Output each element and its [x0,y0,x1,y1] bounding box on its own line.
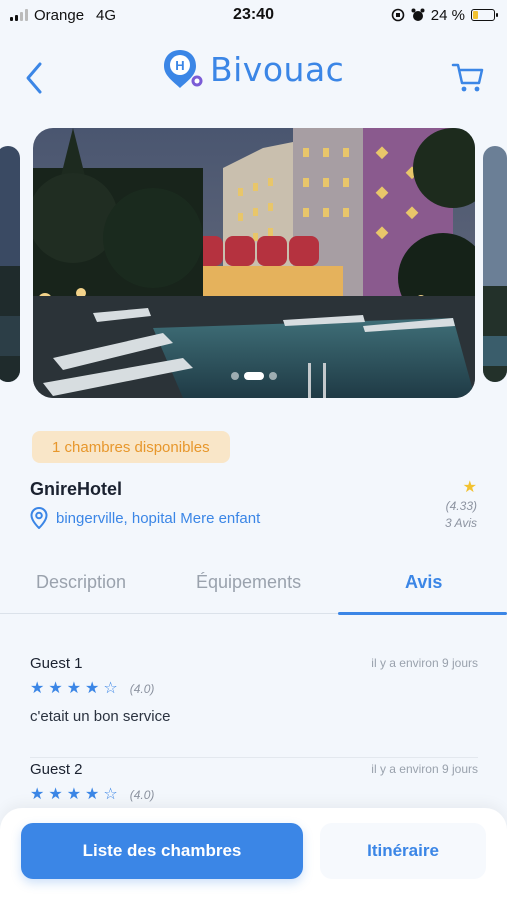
tab-equipements[interactable]: Équipements [196,572,301,593]
review-item: Guest 1 il y a environ 9 jours ★ ★ ★ ★ ☆ (4.0… [30,652,478,726]
tab-description[interactable]: Description [36,572,126,593]
alarm-icon [411,8,425,21]
review-score: (4.0) [129,788,155,802]
carousel-dot[interactable] [269,372,277,380]
review-stars: ★ ★ ★ ★ ☆ (4.0) [30,784,478,806]
room-list-button[interactable]: Liste des chambres [21,823,303,879]
battery-fill [473,11,478,19]
star-empty-icon: ☆ [103,680,118,697]
orientation-lock-icon [391,8,405,22]
status-right: 24 % [391,6,498,24]
battery-percent: 24 % [430,6,465,24]
bottom-action-bar: Liste des chambres Itinéraire [0,808,507,900]
star-filled-icon: ★ [30,680,45,697]
app-name: Bivouac [210,49,345,89]
star-filled-icon: ★ [85,680,100,697]
previous-photo[interactable] [0,146,20,382]
star-filled-icon: ★ [48,786,63,803]
hotel-location[interactable]: bingerville, hopital Mere enfant [30,507,260,529]
network-type: 4G [96,6,117,24]
hotel-photo-carousel[interactable] [0,128,507,400]
chevron-left-icon [26,62,42,94]
review-author: Guest 2 [30,760,83,778]
star-empty-icon: ☆ [103,786,118,803]
status-left: Orange 4G [10,7,116,24]
review-text: c'etait un bon service [30,708,171,725]
star-filled-icon: ★ [66,786,82,803]
svg-text:H: H [175,58,184,73]
star-filled-icon: ★ [85,786,100,803]
review-author: Guest 1 [30,654,83,672]
review-time: il y a environ 9 jours [371,656,478,670]
review-item: Guest 2 il y a environ 9 jours ★ ★ ★ ★ ☆ (4.0… [30,757,478,806]
active-tab-indicator [338,612,507,615]
header: H Bivouac [0,48,507,108]
location-pin-icon [30,507,48,529]
review-time: il y a environ 9 jours [371,762,478,776]
battery-icon [471,9,498,21]
status-time: 23:40 [233,6,274,23]
availability-badge: 1 chambres disponibles [32,431,230,463]
star-filled-icon: ★ [48,680,63,697]
detail-tabs: Description Équipements Avis [0,560,507,615]
hotel-name: GnireHotel [30,479,123,499]
carousel-dot[interactable] [231,372,239,380]
review-score: (4.0) [129,682,155,696]
app-logo: H Bivouac [162,48,344,90]
cart-icon [451,63,484,92]
logo-pin-icon: H [164,50,203,88]
hotel-rating: ★ (4.33) 3 Avis [417,479,477,531]
hotel-photo[interactable] [33,128,475,398]
carousel-pagination [231,372,277,380]
carrier-name: Orange [34,6,85,24]
reviews-count: 3 Avis [444,516,477,530]
rating-star-icon: ★ [462,479,477,496]
signal-icon [10,9,28,21]
back-button[interactable] [22,58,52,98]
location-text: bingerville, hopital Mere enfant [56,509,261,527]
carousel-dot[interactable] [244,372,264,380]
status-bar: Orange 4G 23:40 24 % [0,0,507,30]
itinerary-button[interactable]: Itinéraire [320,823,486,879]
tab-avis[interactable]: Avis [405,572,442,593]
rating-score: (4.33) [445,499,477,513]
next-photo[interactable] [483,146,507,382]
star-filled-icon: ★ [66,680,82,697]
review-stars: ★ ★ ★ ★ ☆ (4.0) [30,678,478,700]
cart-button[interactable] [451,60,485,94]
star-filled-icon: ★ [30,786,45,803]
